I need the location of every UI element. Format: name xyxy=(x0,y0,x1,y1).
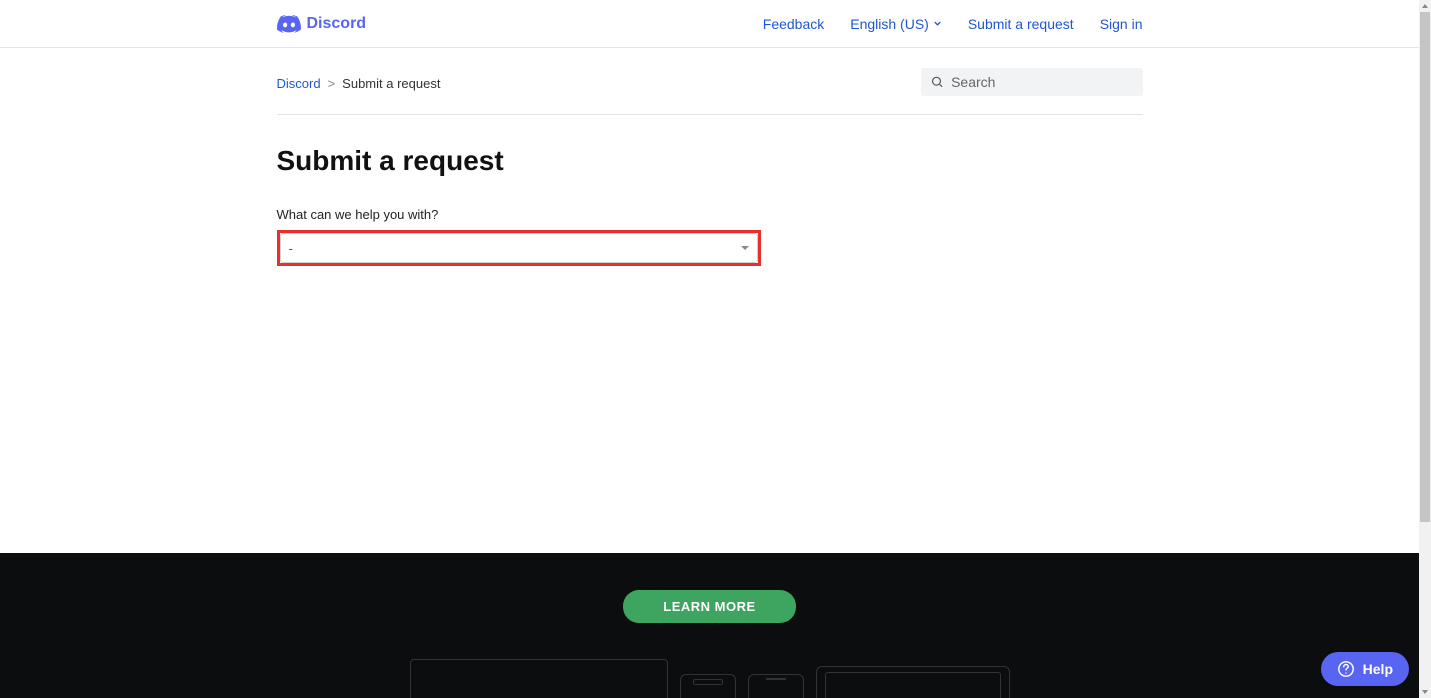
discord-logo-icon xyxy=(277,15,301,33)
scroll-up-icon[interactable] xyxy=(1419,0,1431,12)
brand-name: Discord xyxy=(307,15,367,33)
breadcrumb-current: Submit a request xyxy=(342,76,440,91)
page-title: Submit a request xyxy=(277,145,1143,177)
nav-language-label: English (US) xyxy=(850,16,929,32)
device-monitor-icon xyxy=(410,659,668,698)
scrollbar[interactable] xyxy=(1419,0,1431,698)
main-content: Discord > Submit a request Submit a requ… xyxy=(277,48,1143,553)
breadcrumb-root[interactable]: Discord xyxy=(277,76,321,91)
device-tablet-icon xyxy=(816,666,1010,698)
scroll-thumb[interactable] xyxy=(1420,12,1430,522)
device-phone-icon xyxy=(680,674,736,698)
help-icon xyxy=(1337,660,1355,678)
search-box[interactable] xyxy=(921,68,1143,96)
top-nav: Feedback English (US) Submit a request S… xyxy=(763,16,1143,32)
nav-submit-request[interactable]: Submit a request xyxy=(968,16,1074,32)
site-footer: LEARN MORE xyxy=(0,553,1419,698)
nav-language-selector[interactable]: English (US) xyxy=(850,16,942,32)
device-phone-icon xyxy=(748,674,804,698)
brand-logo-link[interactable]: Discord xyxy=(277,15,367,33)
nav-signin[interactable]: Sign in xyxy=(1100,16,1143,32)
chevron-down-icon xyxy=(933,19,942,28)
help-select-highlight: - xyxy=(277,230,761,266)
help-select[interactable]: - xyxy=(280,233,758,263)
breadcrumb-separator: > xyxy=(328,76,336,91)
breadcrumb: Discord > Submit a request xyxy=(277,73,441,91)
scroll-down-icon[interactable] xyxy=(1419,686,1431,698)
top-row: Discord > Submit a request xyxy=(277,68,1143,115)
help-select-value: - xyxy=(289,241,293,256)
site-header: Discord Feedback English (US) Submit a r… xyxy=(0,0,1419,48)
search-icon xyxy=(931,75,944,89)
learn-more-button[interactable]: LEARN MORE xyxy=(623,590,795,623)
nav-feedback[interactable]: Feedback xyxy=(763,16,824,32)
help-widget-button[interactable]: Help xyxy=(1321,652,1409,686)
search-input[interactable] xyxy=(951,74,1132,90)
device-illustration xyxy=(410,659,1010,698)
help-form-label: What can we help you with? xyxy=(277,207,1143,222)
caret-down-icon xyxy=(741,246,749,250)
help-widget-label: Help xyxy=(1363,661,1393,677)
